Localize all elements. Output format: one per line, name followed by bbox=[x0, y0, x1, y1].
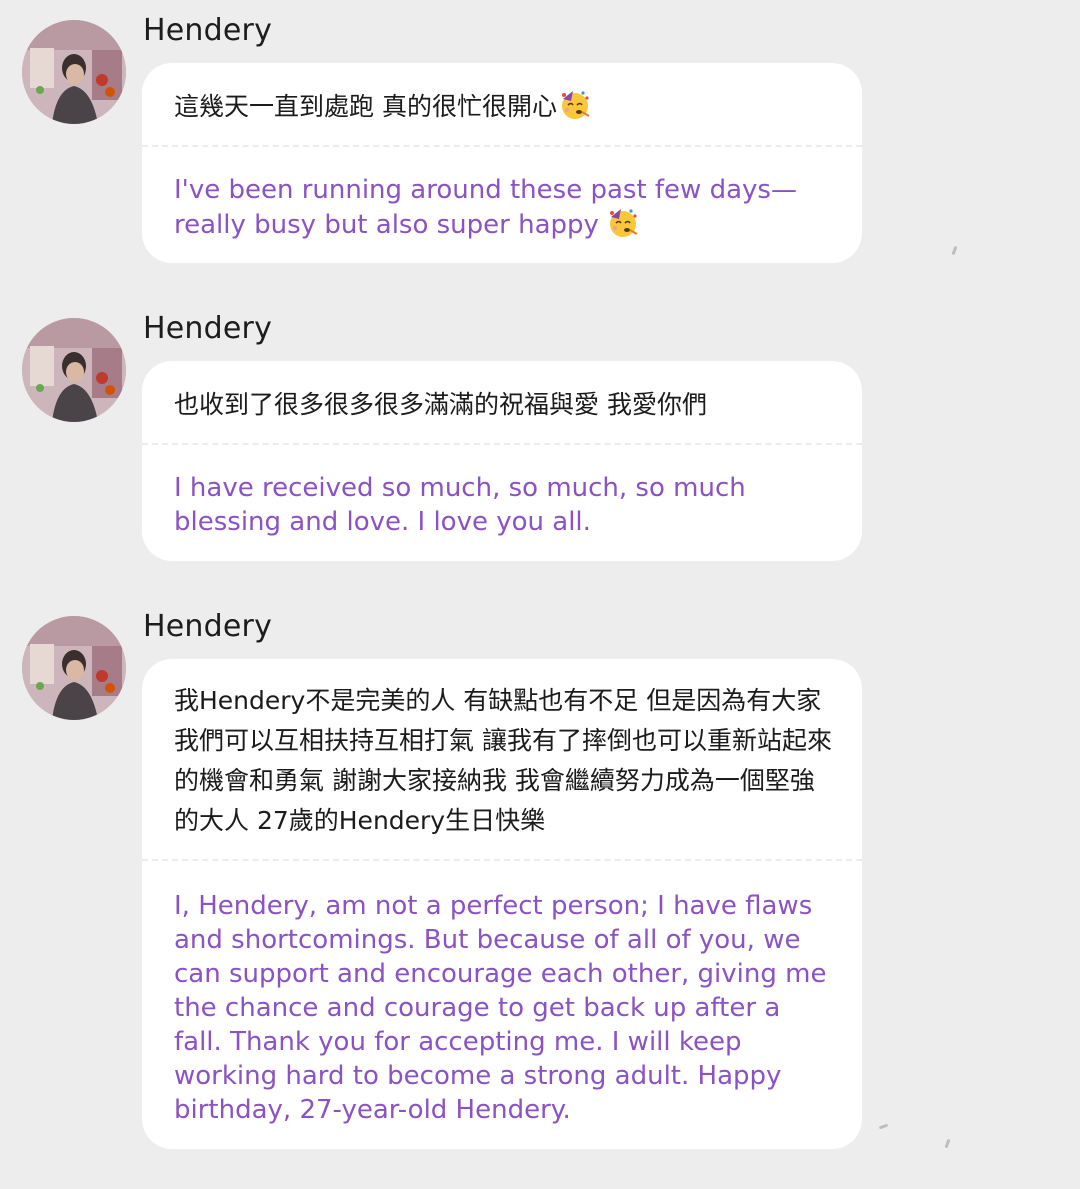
profile-photo-icon bbox=[22, 616, 126, 720]
partying-face-icon bbox=[559, 89, 591, 121]
translation-text: I, Hendery, am not a perfect person; I h… bbox=[174, 891, 827, 1125]
avatar[interactable] bbox=[22, 616, 126, 720]
partying-face-icon bbox=[607, 207, 639, 239]
original-text: 這幾天一直到處跑 真的很忙很開心 bbox=[174, 87, 832, 127]
original-text-content: 這幾天一直到處跑 真的很忙很開心 bbox=[174, 92, 557, 121]
divider bbox=[142, 859, 862, 861]
decorative-speck bbox=[944, 1138, 951, 1149]
decorative-speck bbox=[951, 245, 958, 256]
avatar[interactable] bbox=[22, 318, 126, 422]
message-bubble[interactable]: 也收到了很多很多很多滿滿的祝福與愛 我愛你們 I have received s… bbox=[142, 361, 862, 561]
original-text: 也收到了很多很多很多滿滿的祝福與愛 我愛你們 bbox=[174, 390, 707, 419]
translation-text: I have received so much, so much, so muc… bbox=[174, 473, 746, 537]
sender-name: Hendery bbox=[143, 609, 273, 644]
sender-name: Hendery bbox=[143, 311, 273, 346]
profile-photo-icon bbox=[22, 20, 126, 124]
divider bbox=[142, 145, 862, 147]
message-bubble[interactable]: 我Hendery不是完美的人 有缺點也有不足 但是因為有大家 我們可以互相扶持互… bbox=[142, 659, 862, 1149]
translation-text: I've been running around these past few … bbox=[174, 173, 832, 242]
avatar[interactable] bbox=[22, 20, 126, 124]
decorative-speck bbox=[878, 1123, 889, 1130]
translation-text-content: I've been running around these past few … bbox=[174, 175, 797, 240]
sender-name: Hendery bbox=[143, 13, 273, 48]
profile-photo-icon bbox=[22, 318, 126, 422]
message-bubble[interactable]: 這幾天一直到處跑 真的很忙很開心 I've been running aroun… bbox=[142, 63, 862, 263]
original-text: 我Hendery不是完美的人 有缺點也有不足 但是因為有大家 我們可以互相扶持互… bbox=[174, 686, 832, 835]
divider bbox=[142, 443, 862, 445]
